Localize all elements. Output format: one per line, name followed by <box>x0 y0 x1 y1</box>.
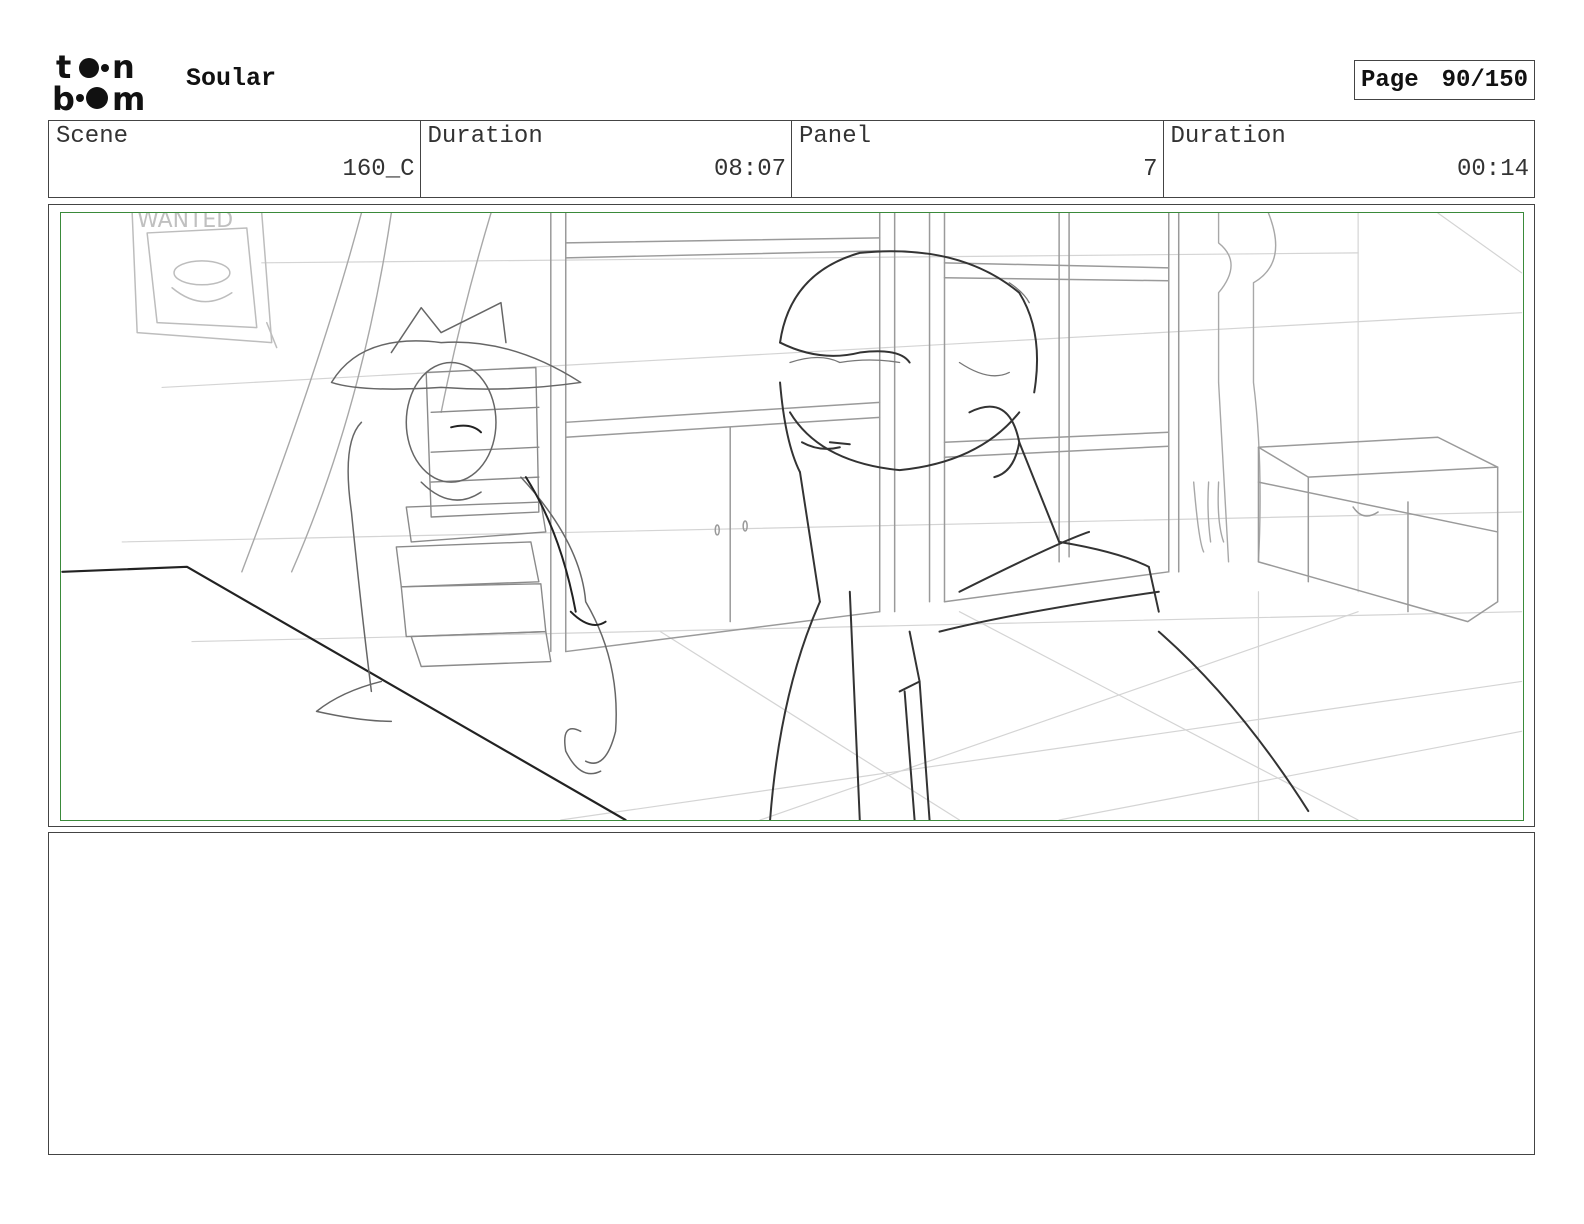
panel-notes-area[interactable] <box>48 832 1535 1155</box>
scene-duration-cell: Duration 08:07 <box>421 121 792 197</box>
scene-info-row: Scene 160_C Duration 08:07 Panel 7 Durat… <box>48 120 1535 198</box>
storyboard-panel: WANTED <box>48 204 1535 827</box>
panel-cell: Panel 7 <box>792 121 1164 197</box>
counter <box>61 565 627 820</box>
shelf-unit <box>550 213 1180 653</box>
scene-cell: Scene 160_C <box>49 121 421 197</box>
scene-duration-value: 08:07 <box>713 156 786 183</box>
panel-value: 7 <box>1143 156 1158 183</box>
safe-area-frame: WANTED <box>60 212 1524 821</box>
scene-value: 160_C <box>342 156 415 183</box>
page-number: 90/150 <box>1441 66 1528 94</box>
scene-label: Scene <box>56 123 129 150</box>
panel-sketch: WANTED <box>61 213 1523 820</box>
poster-text: WANTED <box>137 213 233 233</box>
panel-duration-value: 00:14 <box>1456 156 1529 183</box>
page-label: Page <box>1361 66 1419 94</box>
toon-boom-logo: t n b m <box>52 50 164 112</box>
svg-text:m: m <box>112 80 145 112</box>
column <box>1192 213 1277 563</box>
svg-text:b: b <box>52 80 75 112</box>
scene-duration-label: Duration <box>427 123 543 150</box>
chest <box>1257 436 1499 623</box>
wanted-poster <box>131 213 278 349</box>
panel-duration-cell: Duration 00:14 <box>1164 121 1535 197</box>
panel-duration-label: Duration <box>1170 123 1286 150</box>
page-indicator: Page 90/150 <box>1354 60 1535 100</box>
panel-label: Panel <box>799 123 872 150</box>
project-title: Soular <box>186 64 277 93</box>
left-character-outline <box>450 424 607 626</box>
book-stack <box>395 366 552 668</box>
